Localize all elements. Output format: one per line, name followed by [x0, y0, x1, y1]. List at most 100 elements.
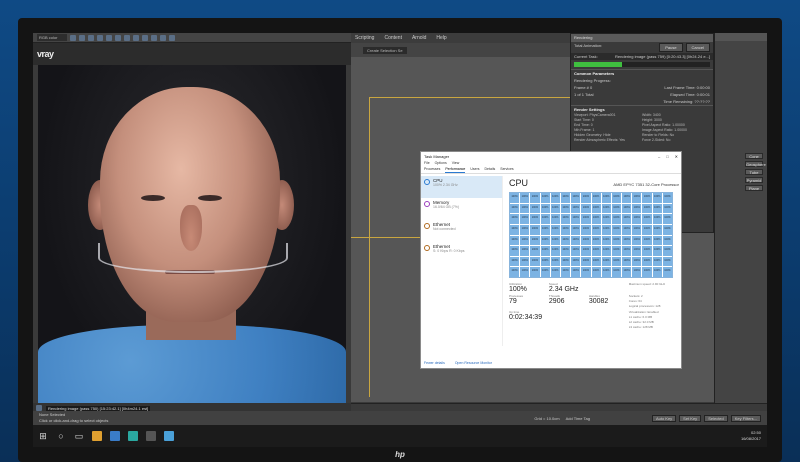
- maximize-icon[interactable]: □: [666, 154, 668, 159]
- menu-item-help[interactable]: Help: [436, 35, 446, 41]
- task-manager-icon[interactable]: [164, 431, 174, 441]
- logical-processor-cell: 100%: [510, 246, 520, 256]
- logical-processor-cell: 100%: [611, 235, 622, 246]
- logical-processor-cell: 100%: [510, 267, 520, 277]
- menu-item-scripting[interactable]: Scripting: [355, 35, 374, 41]
- search-icon[interactable]: ○: [56, 431, 66, 441]
- green-channel-icon[interactable]: [97, 34, 103, 41]
- render-progress-bar: [574, 62, 710, 67]
- logical-processor-cell: 100%: [560, 267, 571, 277]
- fewer-details-link[interactable]: Fewer details: [424, 361, 445, 365]
- render-icon[interactable]: [142, 34, 148, 41]
- set-key-button[interactable]: Set Key: [679, 414, 702, 422]
- close-icon[interactable]: ✕: [675, 154, 678, 159]
- pyramid-button[interactable]: Pyramid: [745, 177, 763, 183]
- logical-processor-cell: 100%: [530, 193, 540, 203]
- mono-icon[interactable]: [124, 34, 130, 41]
- render-setting-item: Force 2-Sided: No: [642, 138, 671, 142]
- render-status-message: Rendering image (pass 750) [15:23:42.1] …: [46, 405, 151, 411]
- tab-performance[interactable]: Performance: [445, 167, 466, 173]
- tab-details[interactable]: Details: [485, 167, 496, 173]
- vray-icon[interactable]: [146, 431, 156, 441]
- sidebar-item-sub: 16.0/64 GB (7%): [433, 205, 460, 209]
- logical-processor-cell: 100%: [662, 203, 672, 214]
- windows-start-icon[interactable]: ⊞: [38, 431, 48, 441]
- logical-processor-cell: 100%: [520, 224, 530, 235]
- render-settings-header[interactable]: Render Settings: [571, 105, 713, 113]
- logical-processor-cell: 100%: [652, 267, 662, 277]
- time-slider[interactable]: [351, 403, 767, 411]
- store-icon[interactable]: [110, 431, 120, 441]
- logical-processor-cell: 100%: [540, 203, 550, 214]
- logical-processor-cell: 100%: [520, 256, 530, 267]
- frame-value: 0: [590, 85, 593, 90]
- plane-button[interactable]: Plane: [745, 185, 763, 191]
- common-params-header[interactable]: Common Parameters: [571, 69, 713, 77]
- logical-processor-cell: 100%: [622, 256, 632, 267]
- logical-processor-cell: 100%: [591, 267, 601, 277]
- tab-processes[interactable]: Processes: [424, 167, 440, 173]
- history-icon[interactable]: [169, 34, 175, 41]
- logical-processor-cell: 100%: [642, 246, 652, 256]
- logical-processor-cell: 100%: [581, 224, 591, 235]
- sidebar-item-cpu[interactable]: CPU 100% 2.34 GHz: [421, 176, 502, 198]
- logical-processor-cell: 100%: [550, 193, 560, 203]
- open-resource-monitor-link[interactable]: Open Resource Monitor: [455, 361, 492, 365]
- system-clock[interactable]: 02:50 16/08/2017: [741, 430, 761, 442]
- main-toolbar: Create Selection Se: [351, 43, 571, 57]
- task-view-icon[interactable]: ▭: [74, 431, 84, 441]
- right-eye: [198, 195, 222, 201]
- save-icon[interactable]: [70, 34, 76, 41]
- l3-cache: L3 cache: 128 MB: [628, 325, 653, 329]
- sidebar-item-ethernet-1[interactable]: Ethernet Not connected: [421, 220, 502, 242]
- logical-processor-cell: 100%: [571, 267, 581, 277]
- logical-processor-grid: 100% 100% 100% 100% 100% 100% 100% 100% 100% 100%…: [509, 192, 673, 278]
- key-filters-button[interactable]: Key Filters...: [730, 414, 761, 422]
- cancel-button[interactable]: Cancel: [685, 43, 710, 52]
- pause-button[interactable]: Pause: [659, 43, 683, 52]
- logical-processor-cell: 100%: [540, 267, 550, 277]
- red-channel-icon[interactable]: [88, 34, 94, 41]
- logical-processor-cell: 100%: [642, 203, 652, 214]
- task-manager-window: Task Manager – □ ✕ File Options View Pro…: [420, 151, 682, 369]
- selected-dropdown[interactable]: Selected: [704, 414, 728, 422]
- minimize-icon[interactable]: –: [658, 154, 660, 159]
- tab-users[interactable]: Users: [470, 167, 479, 173]
- logical-processor-cell: 100%: [571, 235, 581, 246]
- menu-item-content[interactable]: Content: [384, 35, 402, 41]
- tube-button[interactable]: Tube: [745, 169, 763, 175]
- logical-processor-cell: 100%: [560, 235, 571, 246]
- sidebar-item-ethernet-2[interactable]: Ethernet S: 0 Kbps R: 0 Kbps: [421, 242, 502, 264]
- current-task-value: Rendering image (pass 759) [0:20:43.3] […: [615, 54, 710, 59]
- blue-channel-icon[interactable]: [106, 34, 112, 41]
- lens-effects-icon[interactable]: [160, 34, 166, 41]
- logical-processor-cell: 100%: [591, 235, 601, 246]
- last-frame-time: Last Frame Time: 0:00:00: [664, 85, 710, 90]
- region-render-icon[interactable]: [133, 34, 139, 41]
- selection-set-dropdown[interactable]: Create Selection Se: [363, 46, 407, 54]
- 3dsmax-icon[interactable]: [128, 431, 138, 441]
- tab-services[interactable]: Services: [500, 167, 513, 173]
- logical-processor-cell: 100%: [591, 224, 601, 235]
- main-menu-bar: Scripting Content Arnold Help: [351, 33, 571, 43]
- geosphere-button[interactable]: Geosphere: [745, 161, 766, 167]
- uptime-value: 0:02:34:39: [509, 314, 543, 321]
- logical-processor-cell: 100%: [560, 193, 571, 203]
- windows-taskbar: ⊞ ○ ▭ 02:50 16/08/2017: [33, 425, 767, 447]
- clear-icon[interactable]: [79, 34, 85, 41]
- logical-processor-cell: 100%: [652, 235, 662, 246]
- memory-graph-icon: [424, 201, 430, 207]
- file-explorer-icon[interactable]: [92, 431, 102, 441]
- add-time-tag-button[interactable]: Add Time Tag: [566, 416, 590, 421]
- auto-key-button[interactable]: Auto Key: [651, 414, 677, 422]
- logical-processor-cell: 100%: [520, 235, 530, 246]
- sidebar-item-memory[interactable]: Memory 16.0/64 GB (7%): [421, 198, 502, 220]
- stop-render-icon[interactable]: [151, 34, 157, 41]
- logical-processor-cell: 100%: [520, 267, 530, 277]
- cone-button[interactable]: Cone: [745, 153, 763, 159]
- alpha-channel-icon[interactable]: [115, 34, 121, 41]
- menu-item-arnold[interactable]: Arnold: [412, 35, 426, 41]
- logical-processor-cell: 100%: [581, 267, 591, 277]
- channel-dropdown[interactable]: RGB color: [37, 34, 67, 41]
- logical-processor-cell: 100%: [581, 256, 591, 267]
